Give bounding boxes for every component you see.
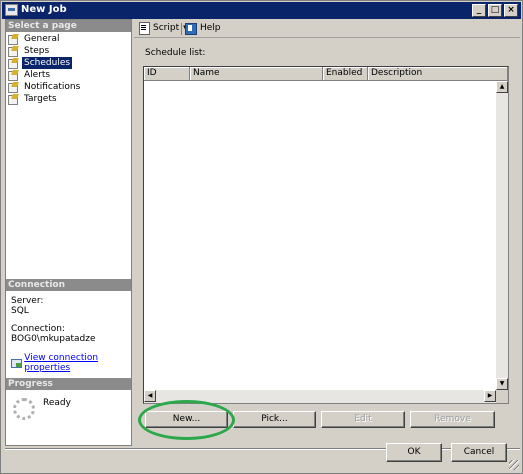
sidebar-item-label: Notifications: [24, 82, 81, 92]
server-label: Server:: [11, 296, 44, 306]
connection-value: BOG0\mkupatadze: [11, 334, 96, 344]
scroll-up-icon[interactable]: ▲: [496, 81, 508, 93]
column-header-id[interactable]: ID: [144, 67, 190, 81]
close-button[interactable]: ×: [504, 4, 518, 17]
new-button-highlight-annotation: [138, 400, 235, 440]
help-label: Help: [200, 23, 221, 33]
sidebar-item-label: Steps: [24, 46, 50, 56]
sidebar-item-general[interactable]: General: [8, 33, 129, 45]
remove-schedule-button[interactable]: Remove: [410, 411, 495, 428]
script-icon: [138, 22, 150, 35]
help-icon: [185, 22, 197, 35]
cancel-button[interactable]: Cancel: [451, 443, 507, 462]
connection-label: Connection:: [11, 324, 65, 334]
progress-area: Ready: [11, 396, 129, 426]
grid-header: ID Name Enabled Description: [144, 67, 508, 81]
scroll-left-icon[interactable]: ◀: [144, 390, 156, 402]
page-icon: [8, 46, 19, 57]
progress-header: Progress: [6, 378, 131, 390]
ok-button[interactable]: OK: [386, 443, 442, 462]
connection-info: Server: SQL Connection: BOG0\mkupatadze …: [11, 296, 129, 373]
sidebar-item-notifications[interactable]: Notifications: [8, 81, 129, 93]
connection-properties-icon: [11, 358, 23, 368]
new-job-window: New Job _ □ × Select a page General Step…: [0, 0, 523, 474]
sidebar-item-label: Targets: [24, 94, 57, 104]
progress-status: Ready: [43, 398, 71, 408]
schedule-grid[interactable]: ID Name Enabled Description ▲ ▼ ◀ ▶: [143, 66, 509, 404]
resize-grip-icon[interactable]: [509, 460, 519, 470]
sidebar-item-label: General: [24, 34, 60, 44]
server-value: SQL: [11, 306, 29, 316]
sidebar-item-schedules[interactable]: Schedules: [8, 57, 129, 69]
window-controls: _ □ ×: [472, 4, 518, 17]
sidebar-item-steps[interactable]: Steps: [8, 45, 129, 57]
pick-schedule-button[interactable]: Pick...: [233, 411, 316, 428]
maximize-button[interactable]: □: [488, 4, 502, 17]
column-header-name[interactable]: Name: [190, 67, 323, 81]
scroll-right-icon[interactable]: ▶: [484, 390, 496, 402]
column-header-description[interactable]: Description: [368, 67, 508, 81]
window-icon: [5, 4, 18, 16]
window-title: New Job: [21, 4, 67, 15]
scrollbar-corner: [496, 390, 508, 403]
connection-header: Connection: [6, 279, 131, 291]
script-label: Script: [153, 23, 180, 33]
page-icon: [8, 34, 19, 45]
page-icon: [8, 82, 19, 93]
toolbar: Script ▼ Help: [134, 19, 520, 38]
page-list: General Steps Schedules Alerts Notificat…: [8, 33, 129, 105]
vertical-scrollbar[interactable]: ▲ ▼: [496, 81, 508, 390]
view-connection-properties-label: View connection properties: [24, 353, 99, 373]
help-button[interactable]: Help: [185, 22, 221, 35]
sidebar-item-label: Schedules: [22, 57, 73, 69]
minimize-button[interactable]: _: [472, 4, 486, 17]
sidebar-item-alerts[interactable]: Alerts: [8, 69, 129, 81]
edit-schedule-button[interactable]: Edit: [321, 411, 405, 428]
scroll-down-icon[interactable]: ▼: [496, 378, 508, 390]
page-icon: [8, 70, 19, 81]
toolbar-separator: [181, 23, 182, 35]
schedule-list-label: Schedule list:: [145, 48, 206, 58]
progress-spinner-icon: [13, 398, 35, 420]
select-page-header: Select a page: [6, 20, 131, 32]
view-connection-properties-link[interactable]: View connection properties: [11, 353, 129, 373]
column-header-enabled[interactable]: Enabled: [323, 67, 368, 81]
title-bar[interactable]: New Job _ □ ×: [2, 2, 521, 19]
sidebar-item-targets[interactable]: Targets: [8, 93, 129, 105]
page-icon: [8, 58, 19, 69]
page-icon: [8, 94, 19, 105]
left-pane: Select a page General Steps Schedules Al…: [5, 19, 132, 446]
footer-divider: [5, 448, 520, 449]
sidebar-item-label: Alerts: [24, 70, 51, 80]
